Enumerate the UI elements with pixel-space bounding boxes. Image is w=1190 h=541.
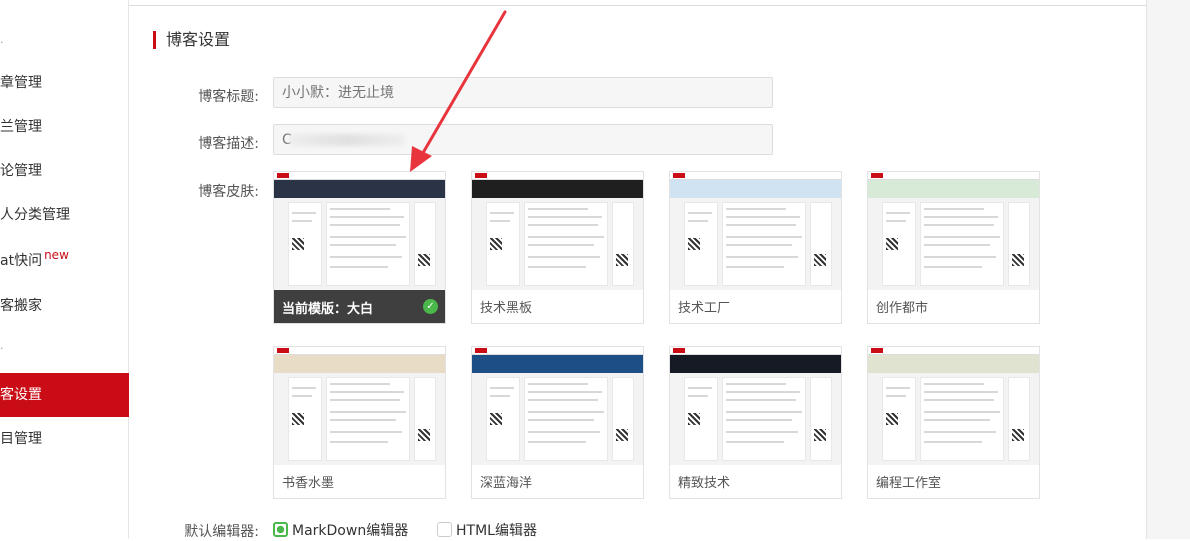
- skin-card[interactable]: 深蓝海洋: [471, 346, 644, 499]
- skin-thumbnail: [274, 172, 445, 290]
- skin-thumbnail: [868, 347, 1039, 465]
- sidebar-item-category-manage[interactable]: 人分类管理: [0, 193, 129, 237]
- sidebar-item-label: 人分类管理: [0, 207, 70, 223]
- skin-thumbnail: [472, 172, 643, 290]
- skin-name: 当前模版：大白: [282, 302, 374, 317]
- blog-title-label: 博客标题:: [198, 89, 259, 105]
- skin-name: 技术黑板: [480, 301, 533, 316]
- main-content: 博客设置 博客标题: 博客描述: 博客皮肤: 当前模版：大白 ✓ 技术黑板 技术工厂 创…: [129, 0, 1146, 540]
- skin-card[interactable]: 技术黑板: [471, 171, 644, 324]
- skin-name: 深蓝海洋: [480, 476, 533, 491]
- check-icon: ✓: [423, 299, 438, 314]
- sidebar-item-blog-settings[interactable]: 客设置: [0, 373, 129, 417]
- default-editor-label: 默认编辑器:: [184, 524, 259, 540]
- page-title: 博客设置: [153, 31, 230, 49]
- sidebar-item-label: 论管理: [0, 163, 42, 179]
- markdown-editor-label: MarkDown编辑器: [292, 523, 409, 539]
- skin-thumbnail: [670, 347, 841, 465]
- html-editor-label: HTML编辑器: [456, 523, 537, 539]
- skin-card[interactable]: 编程工作室: [867, 346, 1040, 499]
- blurred-description: [289, 134, 405, 146]
- right-scroll-rail: [1146, 0, 1190, 539]
- skin-name: 技术工厂: [678, 301, 731, 316]
- html-editor-option[interactable]: HTML编辑器: [437, 520, 537, 540]
- sidebar-dot: ·: [0, 342, 4, 355]
- blog-title-input[interactable]: [273, 77, 773, 108]
- skin-name: 书香水墨: [282, 476, 335, 491]
- sidebar-item-column-manage[interactable]: 兰管理: [0, 105, 129, 149]
- skin-name: 创作都市: [876, 301, 929, 316]
- skin-thumbnail: [472, 347, 643, 465]
- skin-thumbnail: [670, 172, 841, 290]
- skin-card[interactable]: 精致技术: [669, 346, 842, 499]
- sidebar-item-comment-manage[interactable]: 论管理: [0, 149, 129, 193]
- sidebar-item-blog-move[interactable]: 客搬家: [0, 284, 129, 328]
- sidebar-item-label: 客搬家: [0, 298, 42, 314]
- blog-skin-label: 博客皮肤:: [198, 184, 259, 200]
- skin-card[interactable]: 创作都市: [867, 171, 1040, 324]
- blog-desc-label: 博客描述:: [198, 136, 259, 152]
- skin-card[interactable]: 技术工厂: [669, 171, 842, 324]
- radio-unchecked-icon: [437, 522, 452, 537]
- sidebar-item-label: at快问: [0, 253, 43, 269]
- sidebar: · 章管理 兰管理 论管理 人分类管理 at快问 new 客搬家 · 客设置 目管…: [0, 0, 129, 539]
- sidebar-item-label: 客设置: [0, 387, 42, 403]
- sidebar-dot: ·: [0, 36, 4, 49]
- sidebar-item-article-manage[interactable]: 章管理: [0, 61, 129, 105]
- skin-name: 精致技术: [678, 476, 731, 491]
- new-badge: new: [44, 248, 69, 262]
- sidebar-item-column-directory[interactable]: 目管理: [0, 417, 129, 461]
- sidebar-item-label: 章管理: [0, 75, 42, 91]
- skin-thumbnail: [274, 347, 445, 465]
- sidebar-item-label: 兰管理: [0, 119, 42, 135]
- skin-card[interactable]: 书香水墨: [273, 346, 446, 499]
- radio-checked-icon: [273, 522, 288, 537]
- skin-card[interactable]: 当前模版：大白 ✓: [273, 171, 446, 324]
- sidebar-item-label: 目管理: [0, 431, 42, 447]
- sidebar-item-chat-quick-ask[interactable]: at快问 new: [0, 239, 129, 283]
- markdown-editor-option[interactable]: MarkDown编辑器: [273, 520, 408, 540]
- skin-thumbnail: [868, 172, 1039, 290]
- skin-name: 编程工作室: [876, 476, 942, 491]
